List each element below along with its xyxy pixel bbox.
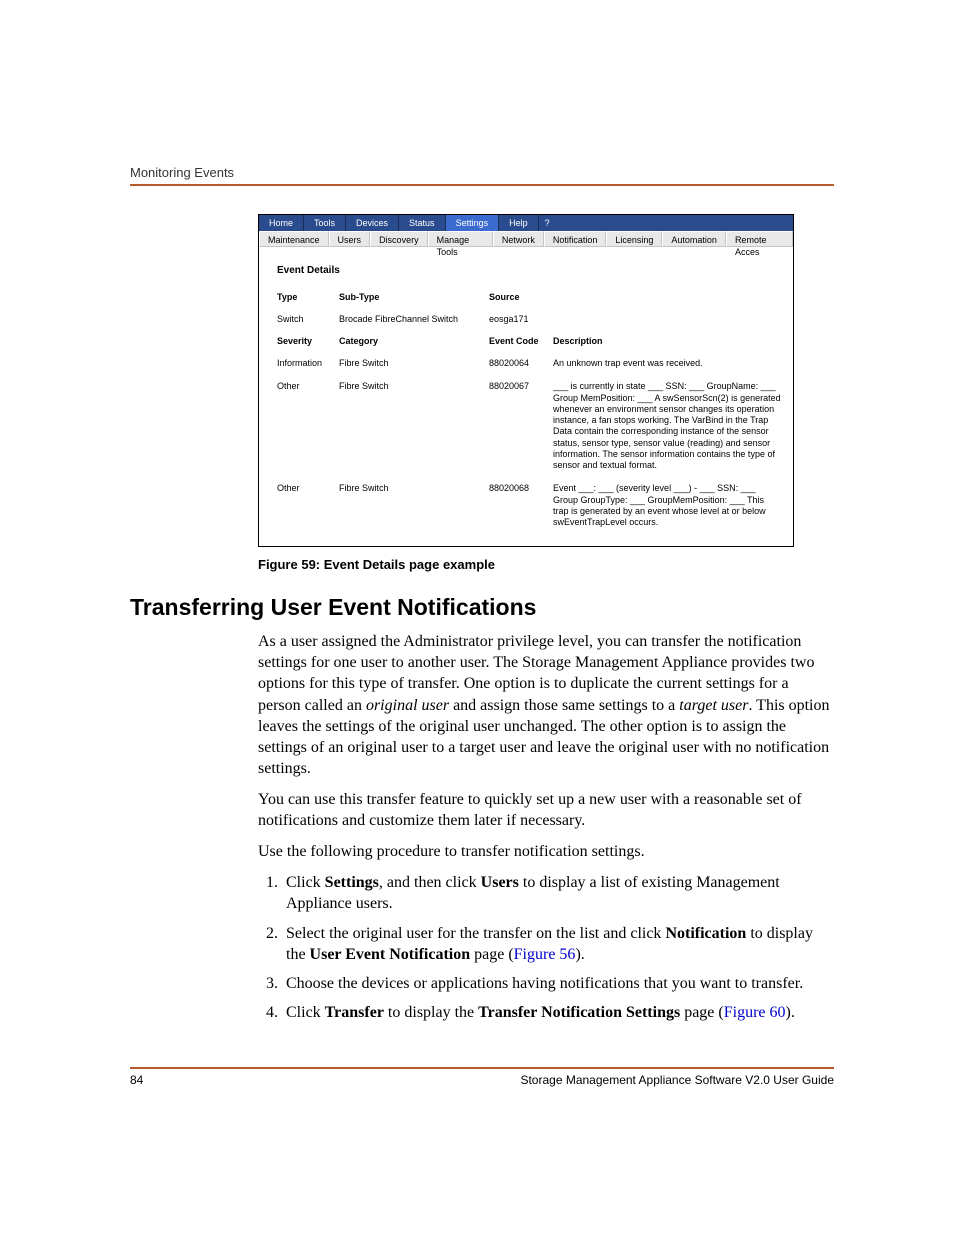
cell-code: 88020067 <box>489 379 549 473</box>
col-category: Category <box>339 334 485 348</box>
col-description: Description <box>553 334 781 348</box>
sub-notification[interactable]: Notification <box>544 231 607 247</box>
cell-description: ___ is currently in state ___ SSN: ___ G… <box>553 379 781 473</box>
menu-status[interactable]: Status <box>399 215 446 231</box>
text: page ( <box>470 946 514 963</box>
doc-title: Storage Management Appliance Software V2… <box>520 1073 834 1087</box>
sub-maintenance[interactable]: Maintenance <box>259 231 329 247</box>
col-type: Type <box>277 290 335 304</box>
cell-subtype: Brocade FibreChannel Switch <box>339 312 485 326</box>
help-icon[interactable]: ? <box>539 215 556 231</box>
step-2: Select the original user for the transfe… <box>282 923 834 965</box>
link-figure-56[interactable]: Figure 56 <box>514 946 576 963</box>
cell-blank <box>553 312 781 326</box>
cell-description: Event ___: ___ (severity level ___) - __… <box>553 481 781 530</box>
text: Select the original user for the transfe… <box>286 925 665 942</box>
header-rule <box>130 184 834 186</box>
cell-code: 88020068 <box>489 481 549 530</box>
text: , and then click <box>379 874 481 891</box>
step-1: Click Settings, and then click Users to … <box>282 872 834 914</box>
cell-category: Fibre Switch <box>339 379 485 473</box>
cell-severity: Other <box>277 481 335 530</box>
event-details-panel: Event Details Type Sub-Type Source Switc… <box>259 247 793 546</box>
cell-severity: Information <box>277 356 335 371</box>
text: ). <box>575 946 584 963</box>
text: page ( <box>680 1004 724 1021</box>
text: to display the <box>384 1004 478 1021</box>
step-3: Choose the devices or applications havin… <box>282 973 834 994</box>
paragraph-1: As a user assigned the Administrator pri… <box>258 631 834 779</box>
text: and assign those same settings to a <box>449 697 679 714</box>
text: Click <box>286 874 325 891</box>
sub-automation[interactable]: Automation <box>662 231 726 247</box>
text: ). <box>786 1004 795 1021</box>
footer-rule <box>130 1067 834 1069</box>
cell-category: Fibre Switch <box>339 481 485 530</box>
col-source: Source <box>489 290 549 304</box>
document-page: Monitoring Events Home Tools Devices Sta… <box>0 0 954 1147</box>
sub-manage-tools[interactable]: Manage Tools <box>428 231 493 247</box>
ui-user-event-notification: User Event Notification <box>310 946 471 963</box>
sub-network[interactable]: Network <box>493 231 544 247</box>
sub-discovery[interactable]: Discovery <box>370 231 428 247</box>
event-details-grid: Type Sub-Type Source Switch Brocade Fibr… <box>277 290 781 530</box>
step-4: Click Transfer to display the Transfer N… <box>282 1002 834 1023</box>
cell-severity: Other <box>277 379 335 473</box>
col-severity: Severity <box>277 334 335 348</box>
link-figure-60[interactable]: Figure 60 <box>724 1004 786 1021</box>
running-header: Monitoring Events <box>130 165 834 180</box>
menu-home[interactable]: Home <box>259 215 304 231</box>
section-heading: Transferring User Event Notifications <box>130 594 834 621</box>
cell-category: Fibre Switch <box>339 356 485 371</box>
event-details-screenshot: Home Tools Devices Status Settings Help … <box>258 214 794 547</box>
paragraph-2: You can use this transfer feature to qui… <box>258 789 834 831</box>
menu-devices[interactable]: Devices <box>346 215 399 231</box>
cell-code: 88020064 <box>489 356 549 371</box>
panel-title: Event Details <box>277 265 781 276</box>
procedure-steps: Click Settings, and then click Users to … <box>258 872 834 1023</box>
sub-users[interactable]: Users <box>329 231 371 247</box>
page-footer: 84 Storage Management Appliance Software… <box>130 1073 834 1087</box>
cell-description: An unknown trap event was received. <box>553 356 781 371</box>
ui-transfer: Transfer <box>325 1004 384 1021</box>
paragraph-3: Use the following procedure to transfer … <box>258 841 834 862</box>
menu-settings[interactable]: Settings <box>446 215 500 231</box>
sub-remote-access[interactable]: Remote Acces <box>726 231 793 247</box>
sub-licensing[interactable]: Licensing <box>606 231 662 247</box>
app-subbar: Maintenance Users Discovery Manage Tools… <box>259 231 793 247</box>
term-target-user: target user <box>679 697 748 714</box>
text: Click <box>286 1004 325 1021</box>
col-subtype: Sub-Type <box>339 290 485 304</box>
figure-caption: Figure 59: Event Details page example <box>258 557 834 572</box>
cell-source: eosga171 <box>489 312 549 326</box>
ui-notification: Notification <box>665 925 746 942</box>
page-number: 84 <box>130 1073 143 1087</box>
ui-users: Users <box>481 874 519 891</box>
col-eventcode: Event Code <box>489 334 549 348</box>
term-original-user: original user <box>366 697 449 714</box>
menu-tools[interactable]: Tools <box>304 215 346 231</box>
cell-type: Switch <box>277 312 335 326</box>
col-blank <box>553 290 781 304</box>
app-menubar: Home Tools Devices Status Settings Help … <box>259 215 793 231</box>
ui-transfer-notification-settings: Transfer Notification Settings <box>478 1004 680 1021</box>
menu-help[interactable]: Help <box>499 215 539 231</box>
ui-settings: Settings <box>325 874 379 891</box>
